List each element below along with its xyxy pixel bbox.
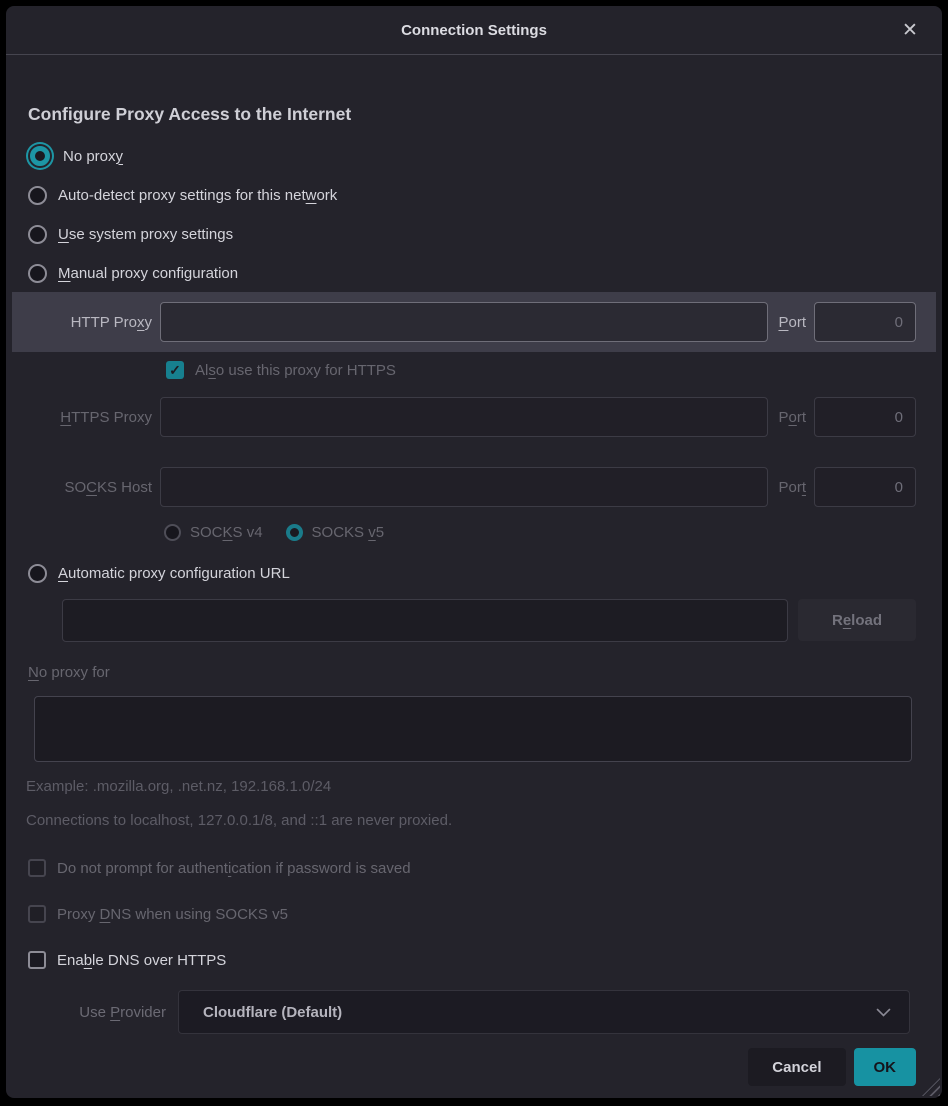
https-proxy-row: HTTPS Proxy Port	[6, 396, 916, 438]
also-https-row[interactable]: ✓ Also use this proxy for HTTPS	[6, 358, 942, 382]
close-icon[interactable]: ✕	[896, 16, 924, 44]
https-port-input[interactable]	[814, 397, 916, 437]
socks-host-input[interactable]	[160, 467, 768, 507]
no-proxy-for-textarea[interactable]	[34, 696, 912, 762]
no-prompt-row[interactable]: Do not prompt for authentication if pass…	[6, 856, 942, 880]
proxy-dns-checkbox[interactable]	[28, 905, 46, 923]
radio-row-no-proxy[interactable]: No proxy	[6, 143, 942, 169]
also-https-label: Also use this proxy for HTTPS	[195, 362, 396, 379]
enable-doh-label: Enable DNS over HTTPS	[57, 952, 226, 969]
socks-host-label: SOCKS Host	[6, 479, 160, 496]
proxy-dns-label: Proxy DNS when using SOCKS v5	[57, 906, 288, 923]
proxy-dns-row[interactable]: Proxy DNS when using SOCKS v5	[6, 902, 942, 926]
http-proxy-input[interactable]	[160, 302, 768, 342]
https-proxy-input[interactable]	[160, 397, 768, 437]
ok-button[interactable]: OK	[854, 1048, 917, 1086]
enable-doh-row[interactable]: Enable DNS over HTTPS	[6, 948, 942, 972]
radio-label-socks-v4: SOCKS v4	[190, 524, 263, 541]
reload-button[interactable]: Reload	[798, 599, 916, 641]
radio-row-use-system[interactable]: Use system proxy settings	[6, 221, 942, 247]
radio-label-no-proxy: No proxy	[63, 148, 123, 165]
radio-socks-v5[interactable]	[286, 524, 303, 541]
enable-doh-checkbox[interactable]	[28, 951, 46, 969]
use-provider-label: Use Provider	[6, 1004, 166, 1021]
dialog-footer: Cancel OK	[6, 1048, 916, 1086]
radio-use-system[interactable]	[28, 225, 47, 244]
radio-row-manual[interactable]: Manual proxy configuration	[6, 260, 942, 286]
radio-auto-detect[interactable]	[28, 186, 47, 205]
provider-selected-value: Cloudflare (Default)	[203, 1004, 876, 1021]
radio-no-proxy[interactable]	[30, 146, 50, 166]
also-https-checkbox[interactable]: ✓	[166, 361, 184, 379]
localhost-note-text: Connections to localhost, 127.0.0.1/8, a…	[26, 810, 942, 832]
radio-label-auto-detect: Auto-detect proxy settings for this netw…	[58, 187, 337, 204]
radio-label-auto-url: Automatic proxy configuration URL	[58, 565, 290, 582]
dialog-title: Connection Settings	[401, 22, 547, 39]
resize-grip[interactable]	[922, 1078, 940, 1096]
http-port-input[interactable]	[814, 302, 916, 342]
radio-socks-v4[interactable]	[164, 524, 181, 541]
radio-row-auto-url[interactable]: Automatic proxy configuration URL	[6, 560, 942, 586]
no-proxy-for-label: No proxy for	[28, 664, 942, 688]
radio-label-socks-v5: SOCKS v5	[312, 524, 385, 541]
http-proxy-row: HTTP Proxy Port	[12, 292, 936, 352]
cancel-button[interactable]: Cancel	[748, 1048, 845, 1086]
page-title: Configure Proxy Access to the Internet	[28, 101, 942, 127]
radio-manual[interactable]	[28, 264, 47, 283]
no-prompt-checkbox[interactable]	[28, 859, 46, 877]
https-port-label: Port	[778, 409, 806, 426]
socks-port-label: Port	[778, 479, 806, 496]
connection-settings-dialog: Connection Settings ✕ Configure Proxy Ac…	[6, 6, 942, 1098]
http-port-label: Port	[778, 314, 806, 331]
auto-url-input[interactable]	[62, 599, 788, 642]
http-proxy-label: HTTP Proxy	[12, 314, 160, 331]
chevron-down-icon	[876, 1004, 891, 1021]
radio-auto-url[interactable]	[28, 564, 47, 583]
https-proxy-label: HTTPS Proxy	[6, 409, 160, 426]
socks-host-row: SOCKS Host Port	[6, 466, 916, 508]
radio-row-auto-detect[interactable]: Auto-detect proxy settings for this netw…	[6, 182, 942, 208]
auto-url-row: Reload	[62, 598, 916, 642]
no-proxy-example-text: Example: .mozilla.org, .net.nz, 192.168.…	[26, 776, 942, 798]
dialog-titlebar: Connection Settings ✕	[6, 6, 942, 55]
provider-select[interactable]: Cloudflare (Default)	[178, 990, 910, 1034]
socks-version-row: SOCKS v4 SOCKS v5	[6, 520, 942, 544]
provider-row: Use Provider Cloudflare (Default)	[6, 990, 910, 1034]
socks-port-input[interactable]	[814, 467, 916, 507]
radio-label-manual: Manual proxy configuration	[58, 265, 238, 282]
radio-label-use-system: Use system proxy settings	[58, 226, 233, 243]
no-prompt-label: Do not prompt for authentication if pass…	[57, 860, 411, 877]
